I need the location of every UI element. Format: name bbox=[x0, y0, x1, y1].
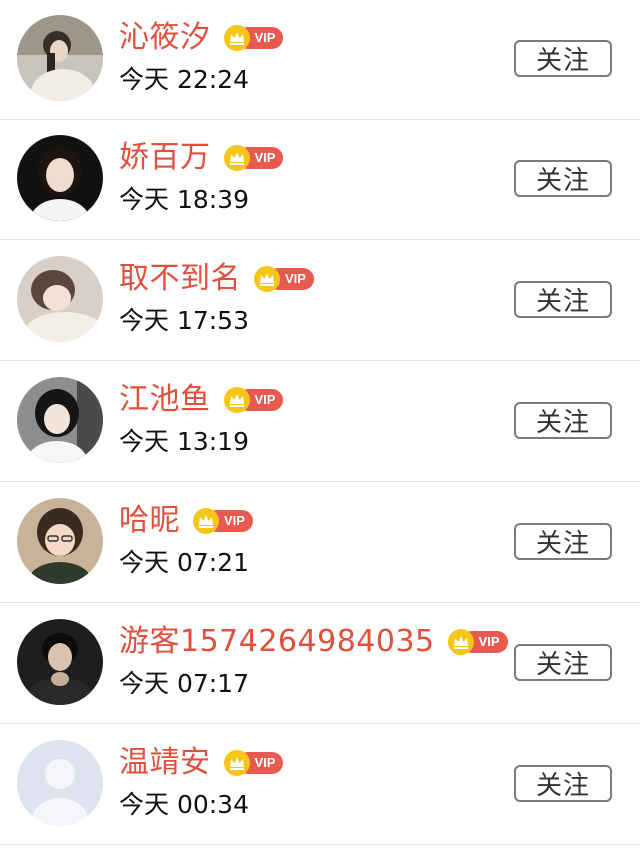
crown-icon bbox=[193, 508, 219, 534]
crown-icon bbox=[223, 145, 250, 171]
vip-badge: VIP bbox=[223, 145, 284, 171]
user-name-row: 哈昵 VIP bbox=[119, 501, 253, 541]
follow-button[interactable]: 关注 bbox=[514, 523, 612, 560]
avatar[interactable] bbox=[17, 15, 103, 101]
user-name-row: 取不到名 VIP bbox=[119, 259, 314, 299]
user-name[interactable]: 江池鱼 bbox=[119, 380, 211, 420]
follow-time: 今天 07:21 bbox=[119, 548, 249, 577]
crown-icon bbox=[223, 387, 250, 413]
avatar[interactable] bbox=[17, 377, 103, 463]
user-name-row: 沁筱汐 VIP bbox=[119, 18, 284, 58]
list-item[interactable]: 江池鱼 VIP 今天 13:19 关注 bbox=[0, 362, 640, 482]
follow-button[interactable]: 关注 bbox=[514, 644, 612, 681]
follow-time: 今天 17:53 bbox=[119, 306, 249, 335]
avatar[interactable] bbox=[17, 498, 103, 584]
vip-badge: VIP bbox=[447, 629, 508, 655]
vip-badge: VIP bbox=[253, 266, 314, 292]
user-name-row: 娇百万 VIP bbox=[119, 138, 284, 178]
list-item[interactable]: 沁筱汐 VIP 今天 22:24 关注 bbox=[0, 0, 640, 120]
user-name[interactable]: 游客1574264984035 bbox=[119, 622, 435, 662]
crown-icon bbox=[223, 25, 250, 51]
list-item[interactable]: 取不到名 VIP 今天 17:53 关注 bbox=[0, 241, 640, 361]
follow-button[interactable]: 关注 bbox=[514, 765, 612, 802]
user-name-row: 江池鱼 VIP bbox=[119, 380, 284, 420]
follow-button[interactable]: 关注 bbox=[514, 281, 612, 318]
vip-badge: VIP bbox=[192, 508, 253, 534]
user-name[interactable]: 温靖安 bbox=[119, 743, 211, 783]
user-name[interactable]: 沁筱汐 bbox=[119, 18, 211, 58]
crown-icon bbox=[447, 629, 474, 655]
follow-time: 今天 13:19 bbox=[119, 427, 249, 456]
crown-icon bbox=[223, 750, 250, 776]
follower-list: 沁筱汐 VIP 今天 22:24 关注 娇百万 VIP 今天 18:39 关注 … bbox=[0, 0, 640, 850]
avatar[interactable] bbox=[17, 619, 103, 705]
follow-button[interactable]: 关注 bbox=[514, 160, 612, 197]
follow-time: 今天 00:34 bbox=[119, 790, 249, 819]
follow-time: 今天 22:24 bbox=[119, 65, 249, 94]
list-item[interactable]: 游客1574264984035 VIP 今天 07:17 关注 bbox=[0, 604, 640, 724]
follow-time: 今天 18:39 bbox=[119, 185, 249, 214]
vip-badge: VIP bbox=[223, 387, 284, 413]
follow-button[interactable]: 关注 bbox=[514, 402, 612, 439]
vip-badge: VIP bbox=[223, 25, 284, 51]
list-item[interactable]: 娇百万 VIP 今天 18:39 关注 bbox=[0, 120, 640, 240]
user-name-row: 游客1574264984035 VIP bbox=[119, 622, 508, 662]
user-name[interactable]: 娇百万 bbox=[119, 138, 211, 178]
list-item[interactable]: 温靖安 VIP 今天 00:34 关注 bbox=[0, 725, 640, 845]
list-item[interactable]: 哈昵 VIP 今天 07:21 关注 bbox=[0, 483, 640, 603]
crown-icon bbox=[254, 266, 280, 292]
user-name-row: 温靖安 VIP bbox=[119, 743, 284, 783]
vip-badge: VIP bbox=[223, 750, 284, 776]
avatar[interactable] bbox=[17, 135, 103, 221]
follow-button[interactable]: 关注 bbox=[514, 40, 612, 77]
user-name[interactable]: 哈昵 bbox=[119, 501, 180, 541]
follow-time: 今天 07:17 bbox=[119, 669, 249, 698]
avatar[interactable] bbox=[17, 256, 103, 342]
avatar[interactable] bbox=[17, 740, 103, 826]
user-name[interactable]: 取不到名 bbox=[119, 259, 241, 299]
